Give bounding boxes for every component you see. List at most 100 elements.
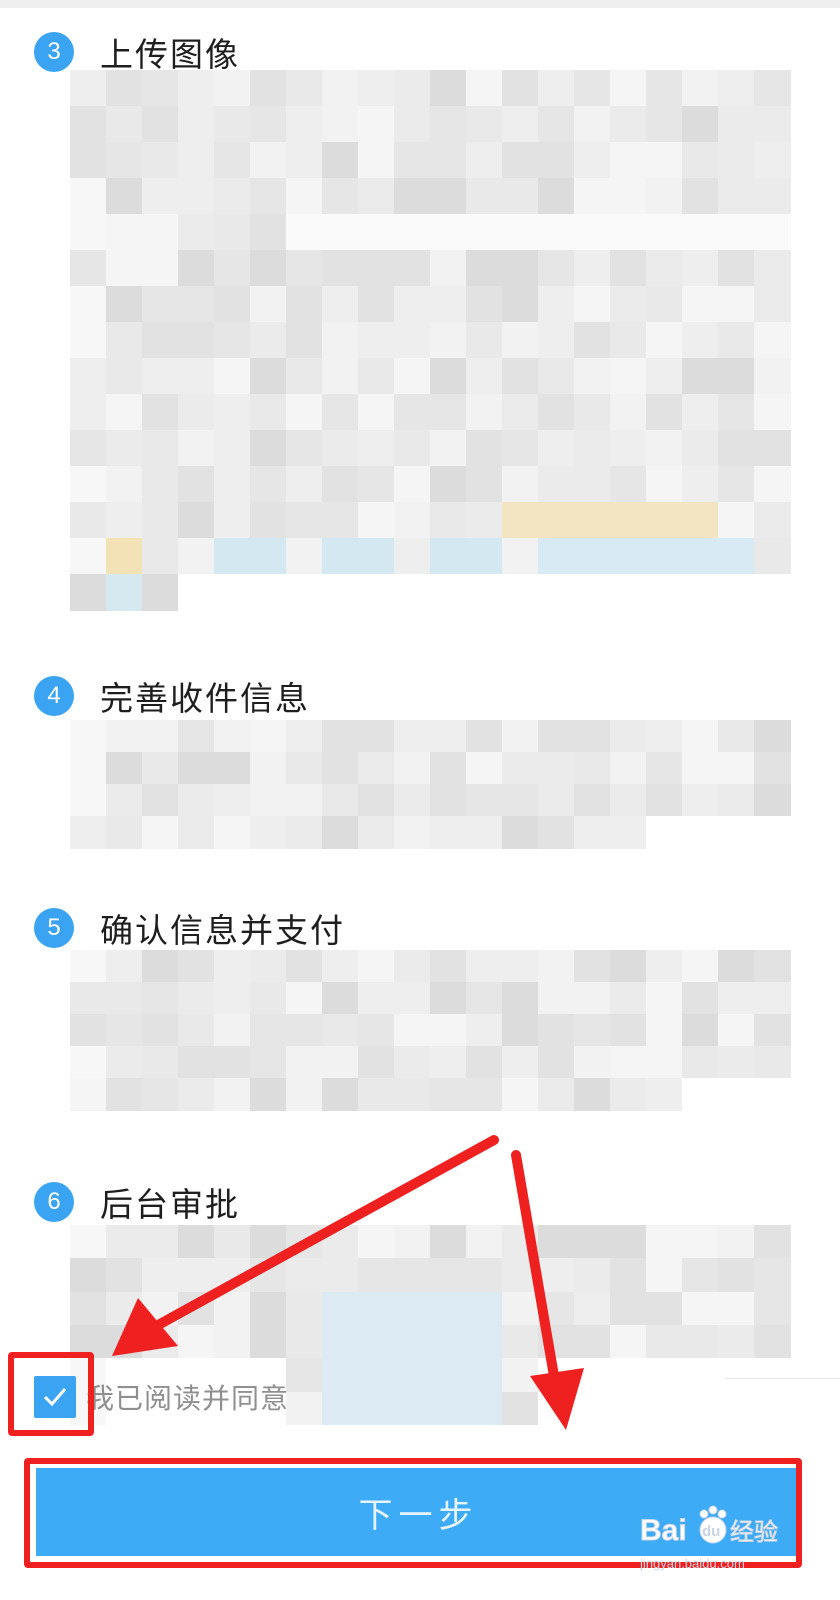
mosaic-cell xyxy=(322,502,359,539)
mosaic-cell xyxy=(286,816,323,849)
mosaic-cell xyxy=(682,950,719,983)
mosaic-cell xyxy=(70,752,107,785)
mosaic-cell xyxy=(574,466,611,503)
mosaic-cell xyxy=(394,70,431,107)
mosaic-cell xyxy=(430,322,467,359)
mosaic-cell xyxy=(358,950,395,983)
mosaic-cell xyxy=(574,1258,611,1293)
mosaic-cell xyxy=(538,574,575,611)
mosaic-cell xyxy=(610,1325,647,1359)
mosaic-cell xyxy=(322,214,359,251)
mosaic-cell xyxy=(574,574,611,611)
mosaic-cell xyxy=(466,1014,503,1047)
mosaic-cell xyxy=(466,1046,503,1079)
mosaic-cell xyxy=(466,1325,503,1359)
step-number-badge: 5 xyxy=(34,908,74,948)
mosaic-cell xyxy=(502,1358,539,1393)
mosaic-cell xyxy=(250,322,287,359)
mosaic-cell xyxy=(322,950,359,983)
mosaic-cell xyxy=(214,752,251,785)
mosaic-cell xyxy=(286,538,323,575)
mosaic-cell xyxy=(286,574,323,611)
mosaic-cell xyxy=(70,286,107,323)
mosaic-cell xyxy=(538,784,575,817)
mosaic-cell xyxy=(538,1046,575,1079)
mosaic-cell xyxy=(430,250,467,287)
mosaic-cell xyxy=(574,106,611,143)
mosaic-cell xyxy=(574,1291,611,1326)
mosaic-cell xyxy=(250,358,287,395)
next-step-button[interactable]: 下一步 xyxy=(36,1468,801,1556)
mosaic-cell xyxy=(178,574,215,611)
mosaic-cell xyxy=(250,1078,287,1111)
mosaic-cell xyxy=(358,430,395,467)
mosaic-cell xyxy=(70,322,107,359)
mosaic-cell xyxy=(322,1046,359,1079)
mosaic-cell xyxy=(682,502,719,539)
mosaic-cell xyxy=(250,950,287,983)
mosaic-cell xyxy=(430,1291,467,1326)
mosaic-cell xyxy=(106,178,143,215)
mosaic-cell xyxy=(394,502,431,539)
mosaic-cell xyxy=(430,358,467,395)
mosaic-cell xyxy=(754,816,791,849)
mosaic-cell xyxy=(466,752,503,785)
mosaic-cell xyxy=(214,538,251,575)
mosaic-cell xyxy=(754,106,791,143)
mosaic-cell xyxy=(286,502,323,539)
mosaic-cell xyxy=(718,250,755,287)
mosaic-cell xyxy=(322,286,359,323)
mosaic-cell xyxy=(286,214,323,251)
mosaic-cell xyxy=(610,720,647,753)
mosaic-cell xyxy=(754,1014,791,1047)
mosaic-cell xyxy=(178,1325,215,1359)
step-4-header: 4 完善收件信息 xyxy=(34,672,310,720)
step-5-header: 5 确认信息并支付 xyxy=(34,904,345,952)
mosaic-cell xyxy=(358,1391,395,1426)
mosaic-cell xyxy=(250,106,287,143)
mosaic-cell xyxy=(358,982,395,1015)
mosaic-cell xyxy=(286,70,323,107)
agreement-checkbox[interactable] xyxy=(34,1376,76,1418)
mosaic-cell xyxy=(718,784,755,817)
mosaic-cell xyxy=(214,430,251,467)
mosaic-cell xyxy=(178,322,215,359)
mosaic-cell xyxy=(430,106,467,143)
mosaic-cell xyxy=(70,950,107,983)
mosaic-cell xyxy=(70,430,107,467)
mosaic-cell xyxy=(718,322,755,359)
mosaic-cell xyxy=(682,106,719,143)
mosaic-cell xyxy=(682,358,719,395)
mosaic-cell xyxy=(142,982,179,1015)
mosaic-cell xyxy=(682,1291,719,1326)
mosaic-cell xyxy=(70,214,107,251)
mosaic-cell xyxy=(610,1358,647,1393)
mosaic-cell xyxy=(466,70,503,107)
mosaic-cell xyxy=(142,1046,179,1079)
mosaic-cell xyxy=(646,286,683,323)
mosaic-cell xyxy=(358,394,395,431)
mosaic-cell xyxy=(286,752,323,785)
mosaic-cell xyxy=(682,752,719,785)
mosaic-cell xyxy=(286,178,323,215)
mosaic-cell xyxy=(646,502,683,539)
mosaic-cell xyxy=(682,394,719,431)
mosaic-cell xyxy=(142,538,179,575)
mosaic-cell xyxy=(142,752,179,785)
mosaic-cell xyxy=(250,720,287,753)
mosaic-cell xyxy=(646,1046,683,1079)
mosaic-cell xyxy=(178,286,215,323)
mosaic-cell xyxy=(754,250,791,287)
mosaic-cell xyxy=(574,950,611,983)
mosaic-cell xyxy=(430,70,467,107)
step-number-badge: 3 xyxy=(34,32,74,72)
mosaic-cell xyxy=(502,250,539,287)
mosaic-cell xyxy=(610,106,647,143)
mosaic-cell xyxy=(70,982,107,1015)
mosaic-cell xyxy=(682,1225,719,1259)
mosaic-cell xyxy=(394,142,431,179)
mosaic-cell xyxy=(178,214,215,251)
mosaic-cell xyxy=(718,142,755,179)
mosaic-cell xyxy=(754,430,791,467)
mosaic-cell xyxy=(322,1014,359,1047)
